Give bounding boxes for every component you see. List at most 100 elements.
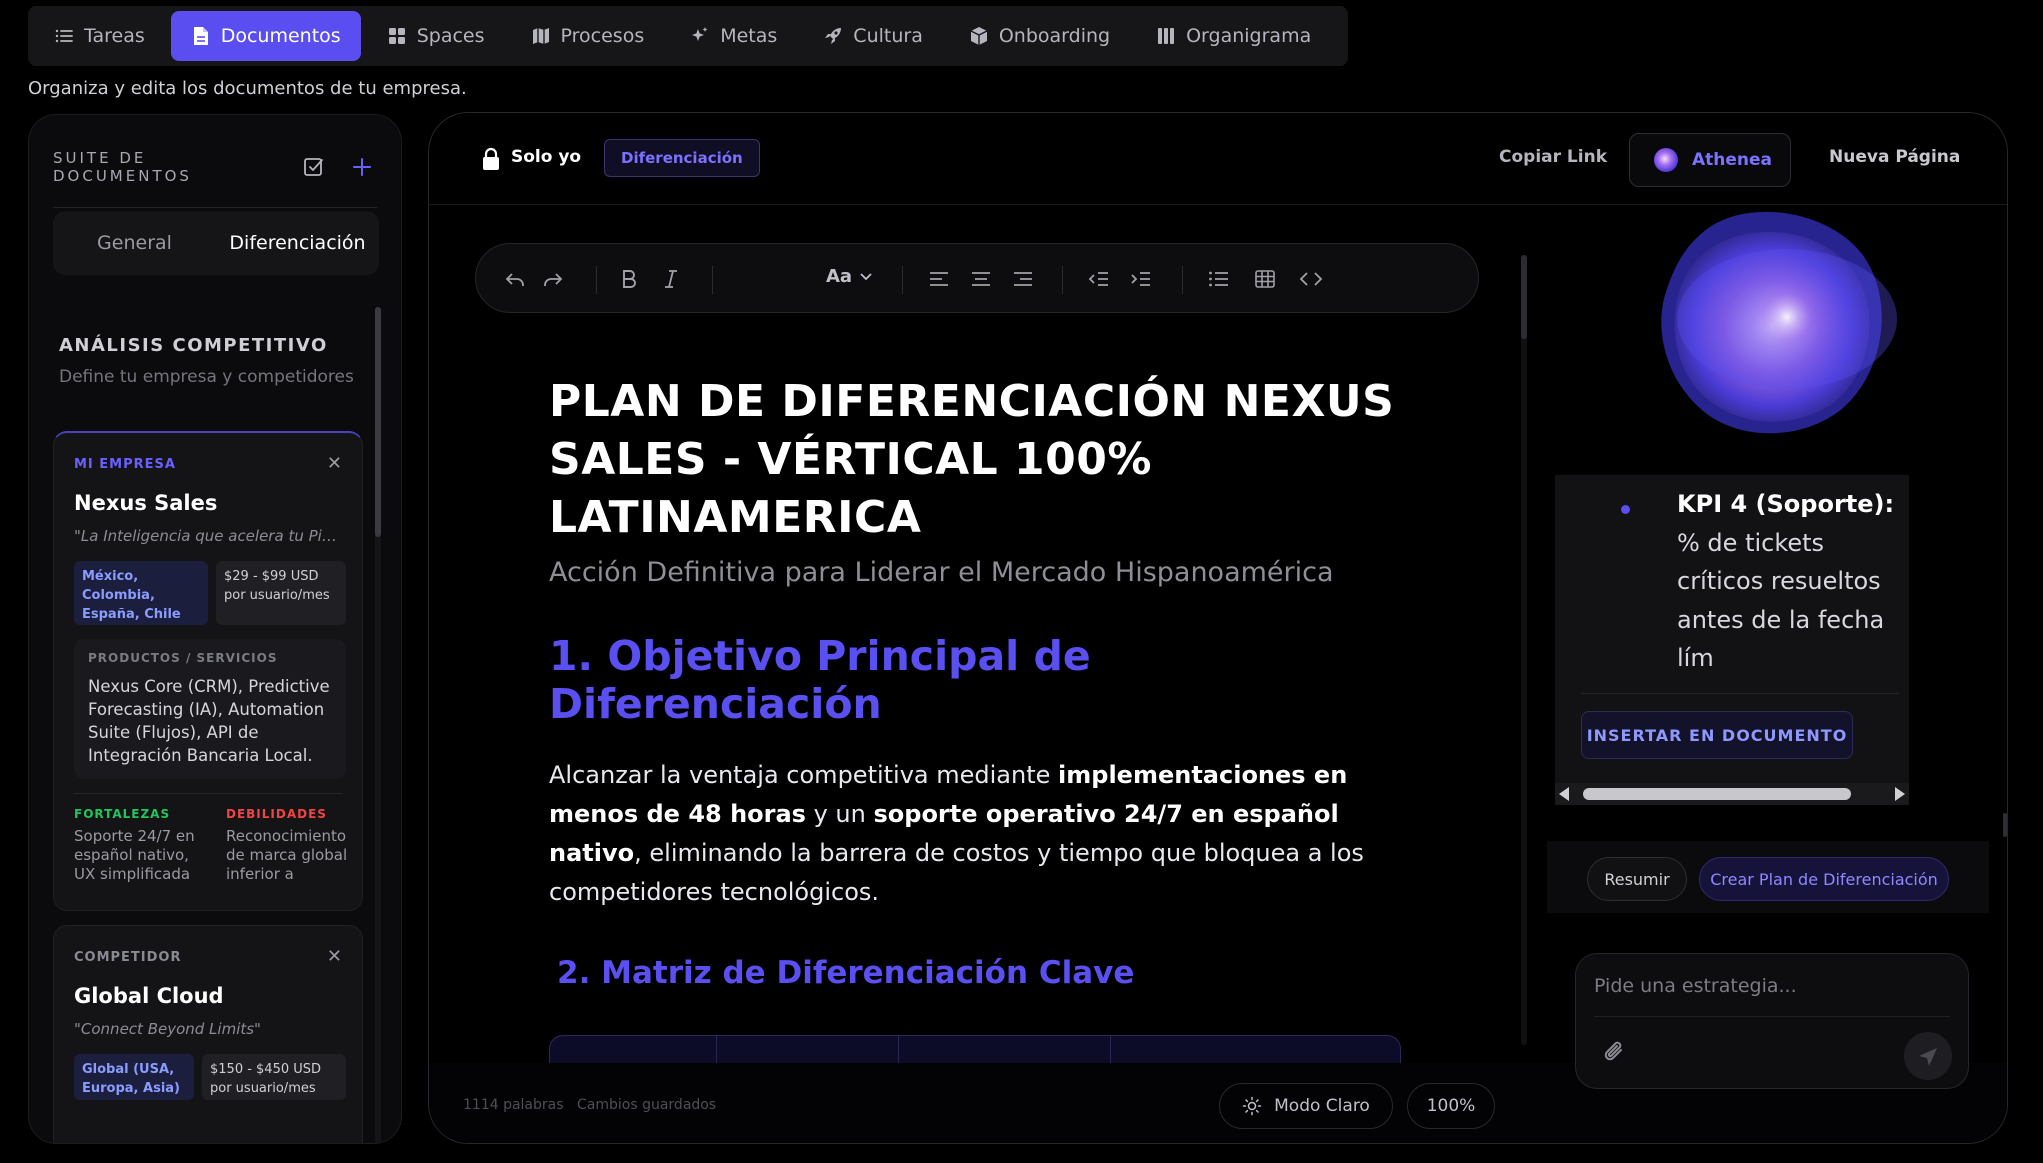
table-icon[interactable] [1250, 264, 1280, 294]
tab-label: Spaces [416, 25, 485, 47]
editor-panel: Solo yo Diferenciación Copiar Link Athen… [428, 112, 2008, 1144]
align-center-icon[interactable] [966, 264, 996, 294]
send-button[interactable] [1904, 1032, 1952, 1080]
chevron-down-icon [860, 272, 872, 280]
chat-divider [1594, 1016, 1950, 1017]
align-left-icon[interactable] [924, 264, 954, 294]
new-page-button[interactable]: Nueva Página [1829, 147, 1960, 167]
document-icon [191, 26, 211, 46]
products-text: Nexus Core (CRM), Predictive Forecasting… [88, 677, 330, 765]
strengths-label: FORTALEZAS [74, 807, 171, 821]
tab-procesos[interactable]: Procesos [511, 11, 665, 61]
products-label: PRODUCTOS / SERVICIOS [88, 651, 278, 665]
card-divider [74, 793, 342, 794]
section-heading-2: 2. Matriz de Diferenciación Clave [557, 955, 1135, 991]
paperclip-icon[interactable] [1602, 1040, 1628, 1066]
send-icon [1919, 1048, 1937, 1066]
zoom-button[interactable]: 100% [1407, 1083, 1495, 1129]
athenea-orb [1661, 211, 1897, 434]
save-status: Cambios guardados [577, 1097, 717, 1113]
close-icon[interactable]: ✕ [327, 946, 342, 967]
tab-label: Cultura [853, 25, 923, 47]
weaknesses-label: DEBILIDADES [226, 807, 327, 821]
strategy-input[interactable] [1594, 968, 1944, 1004]
paragraph-text: Alcanzar la ventaja competitiva mediante [549, 761, 1059, 789]
indent-icon[interactable] [1126, 264, 1156, 294]
add-icon[interactable] [347, 152, 377, 182]
code-icon[interactable] [1296, 264, 1326, 294]
sun-icon [1242, 1096, 1262, 1116]
tab-spaces[interactable]: Spaces [367, 11, 505, 61]
box-icon [969, 26, 989, 46]
tab-onboarding[interactable]: Onboarding [949, 11, 1130, 61]
tab-tareas[interactable]: Tareas [34, 11, 165, 61]
summarize-button[interactable]: Resumir [1587, 857, 1687, 901]
italic-icon[interactable] [656, 264, 686, 294]
my-company-card[interactable]: MI EMPRESA ✕ Nexus Sales "La Inteligenci… [53, 431, 363, 911]
tab-metas[interactable]: Metas [670, 11, 797, 61]
assistant-scrollbar[interactable] [2003, 813, 2007, 837]
price-chip: $150 - $450 USD por usuario/mes [202, 1054, 346, 1100]
bullet-dot [1621, 505, 1630, 514]
toolbar-separator [712, 266, 713, 294]
tab-label: Organigrama [1186, 25, 1312, 47]
editor-scroll-thumb[interactable] [1521, 255, 1527, 339]
section-heading: 1. Objetivo Principal de Diferenciación [549, 632, 1091, 728]
section-subtitle: Define tu empresa y competidores [59, 367, 354, 387]
create-plan-button[interactable]: Crear Plan de Diferenciación [1699, 857, 1949, 901]
visibility-label[interactable]: Solo yo [511, 147, 581, 167]
weaknesses-text: Reconocimiento de marca global inferior … [226, 827, 348, 883]
copy-link-button[interactable]: Copiar Link [1499, 147, 1607, 167]
document-body[interactable]: PLAN DE DIFERENCIACIÓN NEXUS SALES - VÉR… [549, 373, 1429, 912]
redo-icon[interactable] [538, 264, 568, 294]
tab-cultura[interactable]: Cultura [803, 11, 943, 61]
tab-label: Metas [720, 25, 778, 47]
tab-label: Onboarding [998, 25, 1111, 47]
format-toolbar: Aa [475, 243, 1479, 313]
undo-icon[interactable] [500, 264, 530, 294]
grid-icon [387, 26, 407, 46]
horizontal-scroll-thumb[interactable] [1583, 788, 1851, 800]
bold-icon[interactable] [614, 264, 644, 294]
horizontal-scrollbar[interactable] [1555, 783, 1909, 805]
kpi-label: KPI 4 (Soporte): [1677, 490, 1895, 518]
doc-badge: Diferenciación [604, 139, 760, 177]
card-tag: MI EMPRESA [74, 457, 176, 472]
scroll-left-icon[interactable] [1559, 787, 1569, 801]
sidebar-scroll-thumb[interactable] [375, 307, 381, 537]
close-icon[interactable]: ✕ [327, 453, 342, 474]
tab-documentos[interactable]: Documentos [170, 11, 361, 61]
strengths-text: Soporte 24/7 en español nativo, UX simpl… [74, 827, 195, 883]
athenea-button[interactable]: Athenea [1629, 133, 1791, 187]
assistant-output: KPI 4 (Soporte): % de tickets críticos r… [1555, 475, 1909, 805]
paragraph: Alcanzar la ventaja competitiva mediante… [549, 756, 1429, 912]
segment-general[interactable]: General [53, 232, 216, 254]
kpi-text: KPI 4 (Soporte): % de tickets críticos r… [1677, 485, 1897, 678]
strengths: FORTALEZAS Soporte 24/7 en español nativ… [74, 807, 208, 884]
font-size-dropdown[interactable]: Aa [826, 266, 872, 287]
scroll-right-icon[interactable] [1895, 787, 1905, 801]
competitor-tagline: "Connect Beyond Limits" [74, 1020, 261, 1038]
mode-label: Modo Claro [1274, 1096, 1370, 1116]
toolbar-separator [1182, 266, 1183, 294]
align-right-icon[interactable] [1008, 264, 1038, 294]
document-suite-sidebar: SUITE DE DOCUMENTOS General Diferenciaci… [28, 114, 402, 1144]
tab-organigrama[interactable]: Organigrama [1136, 11, 1331, 61]
lock-icon [483, 147, 499, 170]
edit-square-icon[interactable] [299, 152, 329, 182]
editor-scrollbar[interactable] [1521, 255, 1527, 1045]
competitor-card[interactable]: COMPETIDOR ✕ Global Cloud "Connect Beyon… [53, 925, 363, 1143]
section-title: ANÁLISIS COMPETITIVO [59, 335, 328, 356]
competitor-name: Global Cloud [74, 984, 224, 1008]
rocket-icon [823, 26, 843, 46]
assistant-actions: Resumir Crear Plan de Diferenciación [1547, 841, 1989, 913]
insert-into-document-button[interactable]: INSERTAR EN DOCUMENTO [1581, 711, 1853, 759]
page-subtitle: Organiza y edita los documentos de tu em… [28, 78, 467, 99]
outdent-icon[interactable] [1084, 264, 1114, 294]
segment-diferenciacion[interactable]: Diferenciación [216, 232, 379, 254]
price-chip: $29 - $99 USD por usuario/mes [216, 561, 346, 625]
list-icon [54, 26, 74, 46]
light-mode-button[interactable]: Modo Claro [1219, 1083, 1393, 1129]
bullet-list-icon[interactable] [1204, 264, 1234, 294]
document-title: PLAN DE DIFERENCIACIÓN NEXUS SALES - VÉR… [549, 376, 1395, 543]
